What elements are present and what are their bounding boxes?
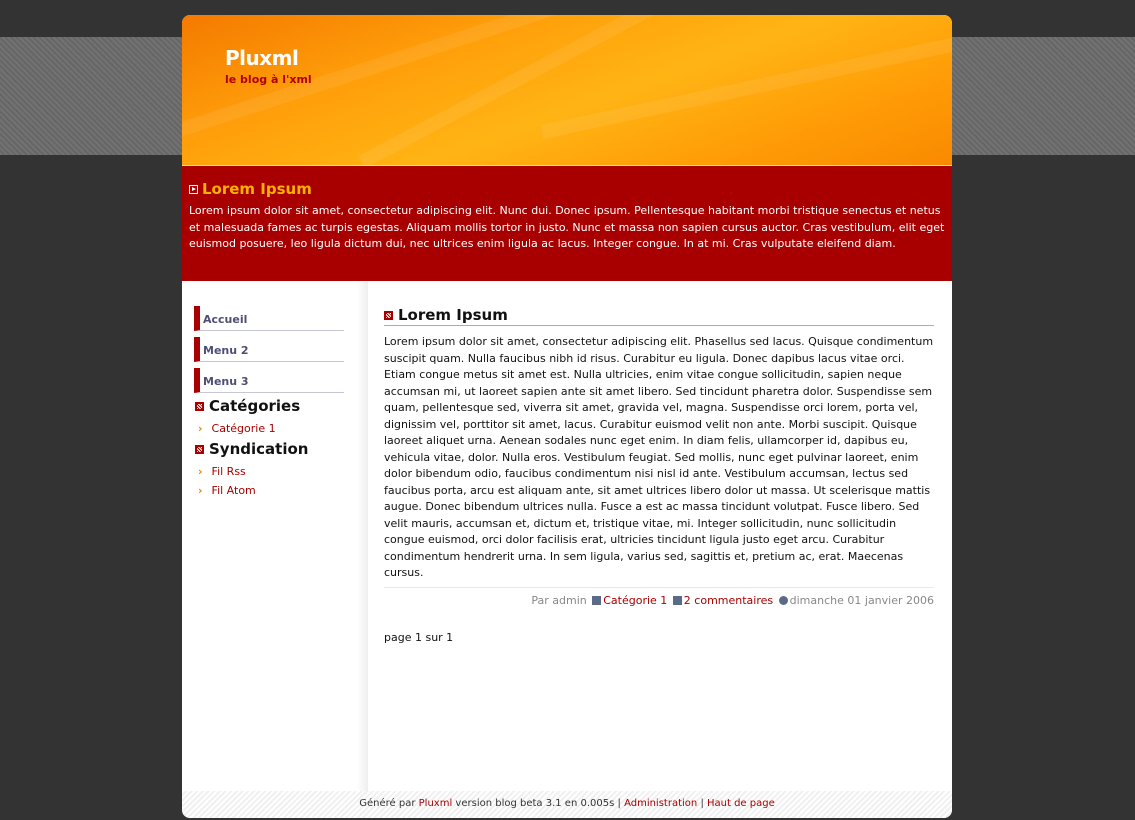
chevron-right-icon: ›: [198, 422, 203, 435]
category-link[interactable]: › Catégorie 1: [198, 422, 276, 435]
bullet-icon: [195, 401, 204, 411]
chevron-right-icon: ›: [198, 484, 203, 497]
footer-pluxml-link[interactable]: Pluxml: [419, 798, 453, 809]
site-tagline: le blog à l'xml: [225, 73, 312, 86]
footer-top-link[interactable]: Haut de page: [707, 798, 775, 809]
arrow-box-icon: [189, 184, 198, 194]
post-category-link[interactable]: Catégorie 1: [603, 594, 667, 607]
featured-title-text: Lorem Ipsum: [202, 180, 312, 198]
site-footer: Généré par Pluxml version blog beta 3.1 …: [182, 791, 952, 818]
menu-item-menu-3[interactable]: Menu 3: [194, 368, 344, 393]
menu-item-label: Menu 2: [203, 344, 249, 357]
featured-block: Lorem Ipsum Lorem ipsum dolor sit amet, …: [182, 166, 952, 281]
menu-item-label: Accueil: [203, 313, 248, 326]
footer-admin-link[interactable]: Administration: [624, 798, 697, 809]
pagination: page 1 sur 1: [384, 631, 454, 644]
clock-icon: [778, 596, 788, 605]
bullet-icon: [384, 310, 393, 320]
rss-link-label: Fil Rss: [211, 465, 246, 478]
featured-text: Lorem ipsum dolor sit amet, consectetur …: [189, 204, 945, 250]
footer-prefix: Généré par: [359, 798, 416, 809]
chevron-right-icon: ›: [198, 465, 203, 478]
category-icon: [592, 596, 602, 605]
page-container: Pluxml le blog à l'xml Lorem Ipsum Lorem…: [182, 15, 952, 818]
comments-icon: [672, 596, 682, 605]
syndication-heading-text: Syndication: [209, 440, 309, 458]
category-link-label: Catégorie 1: [211, 422, 276, 435]
footer-separator: |: [700, 798, 704, 809]
header-decoration: [358, 15, 860, 165]
sidebar: Accueil Menu 2 Menu 3 Catégories › Catég…: [182, 281, 368, 791]
syndication-heading: Syndication: [195, 440, 308, 458]
post-title[interactable]: Lorem Ipsum: [384, 305, 934, 326]
post-date: dimanche 01 janvier 2006: [789, 594, 934, 607]
menu-item-menu-2[interactable]: Menu 2: [194, 337, 344, 362]
footer-version: version blog beta 3.1 en 0.005s |: [455, 798, 621, 809]
menu-item-accueil[interactable]: Accueil: [194, 306, 344, 331]
atom-link-label: Fil Atom: [211, 484, 256, 497]
post-body: Lorem ipsum dolor sit amet, consectetur …: [384, 335, 934, 579]
rss-link[interactable]: › Fil Rss: [198, 465, 246, 478]
categories-heading: Catégories: [195, 397, 300, 415]
post-author: Par admin: [531, 594, 587, 607]
atom-link[interactable]: › Fil Atom: [198, 484, 256, 497]
site-title[interactable]: Pluxml: [225, 46, 299, 70]
post-meta: Par admin Catégorie 1 2 commentaires dim…: [384, 587, 934, 607]
post-title-text: Lorem Ipsum: [398, 306, 508, 324]
featured-title[interactable]: Lorem Ipsum: [189, 180, 312, 198]
categories-heading-text: Catégories: [209, 397, 301, 415]
bullet-icon: [195, 444, 204, 454]
menu-item-label: Menu 3: [203, 375, 249, 388]
site-header: Pluxml le blog à l'xml: [182, 15, 952, 166]
post-comments-link[interactable]: 2 commentaires: [684, 594, 773, 607]
